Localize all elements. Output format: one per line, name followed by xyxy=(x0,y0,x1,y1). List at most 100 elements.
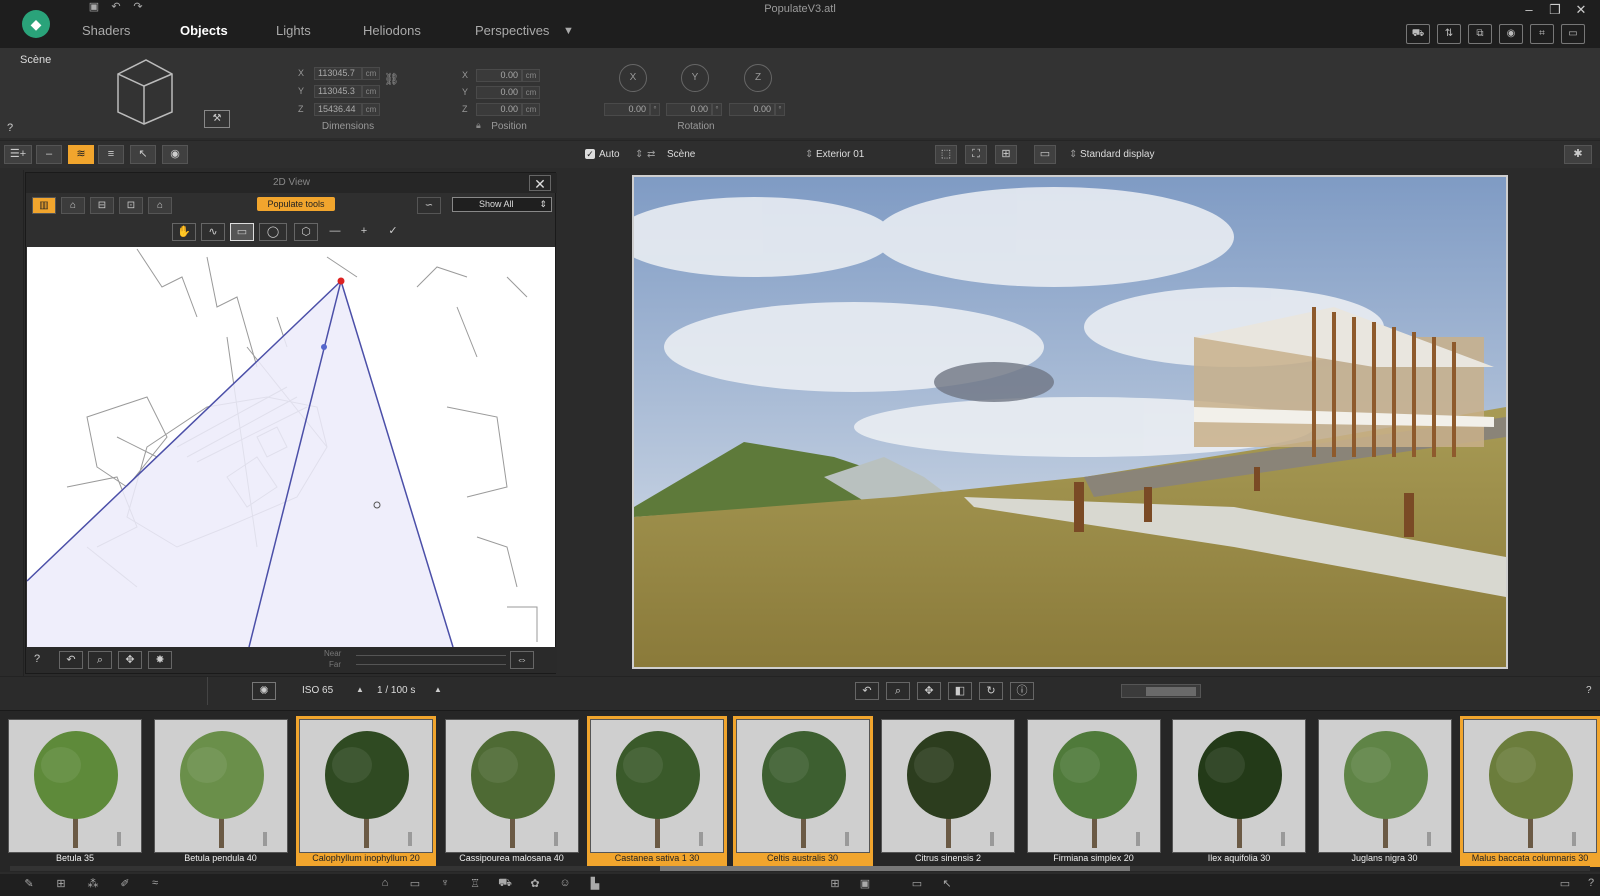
render-slider[interactable] xyxy=(1121,684,1201,698)
populate-logo-icon[interactable]: ◆ xyxy=(22,10,50,38)
tree-thumbnail[interactable] xyxy=(299,719,433,853)
close-icon[interactable]: ✕ xyxy=(529,175,551,192)
refresh-icon[interactable]: ∽ xyxy=(417,197,441,214)
tree-thumbnail[interactable] xyxy=(153,719,288,853)
status-help-icon[interactable]: ? xyxy=(1582,877,1600,892)
waves-icon[interactable]: ≈ xyxy=(146,877,164,892)
library-item[interactable]: Betula 35 xyxy=(8,719,142,864)
help-icon[interactable]: ? xyxy=(7,122,13,134)
minimize-icon[interactable]: – xyxy=(1518,2,1540,20)
panel-settings-icon[interactable]: ✱ xyxy=(1564,145,1592,164)
render-camera-icon[interactable]: ◧ xyxy=(948,682,972,700)
ellipse-tool-icon[interactable]: ◯ xyxy=(259,223,287,241)
dimension-y-field[interactable]: 113045.3 xyxy=(314,85,362,98)
position-z-field[interactable]: 0.00 xyxy=(476,103,522,116)
tab-perspectives[interactable]: Perspectives xyxy=(475,23,549,38)
iso-up-icon[interactable]: ▲ xyxy=(356,685,364,694)
visibility-eye-icon[interactable]: ◉ xyxy=(162,145,188,164)
tree-thumbnail[interactable] xyxy=(1172,719,1306,853)
pan-icon[interactable]: ✥ xyxy=(118,651,142,669)
tree-thumbnail[interactable] xyxy=(881,719,1015,853)
select-cursor-icon[interactable]: ↖ xyxy=(130,145,156,164)
image-view-icon[interactable]: ▣ xyxy=(856,877,874,892)
library-item[interactable]: Firmiana simplex 20 xyxy=(1026,719,1161,864)
display-select[interactable]: Standard display xyxy=(1080,149,1155,160)
car-icon[interactable]: ⛟ xyxy=(496,877,514,892)
frame-icon[interactable]: ⛶ xyxy=(965,145,987,164)
show-all-select[interactable]: Show All ⇕ xyxy=(452,197,552,212)
plus-icon[interactable]: + xyxy=(352,223,376,241)
far-slider[interactable] xyxy=(356,664,506,665)
dimension-z-field[interactable]: 15436.44 xyxy=(314,103,362,116)
remove-icon[interactable]: – xyxy=(36,145,62,164)
list-icon[interactable]: ≡ xyxy=(98,145,124,164)
redo-icon[interactable]: ↷ xyxy=(130,0,146,14)
library-item[interactable]: Celtis australis 30 xyxy=(732,716,873,867)
save-view-icon[interactable]: ⊡ xyxy=(119,197,143,214)
tree-thumbnail[interactable] xyxy=(1463,719,1597,853)
plan-mode-icon[interactable]: ▥ xyxy=(32,197,56,214)
save-icon[interactable]: ▣ xyxy=(86,0,102,14)
console-icon[interactable]: ▭ xyxy=(1561,24,1585,44)
undo-icon[interactable]: ↶ xyxy=(108,0,124,14)
tree-thumbnail[interactable] xyxy=(590,719,724,853)
tree-thumbnail[interactable] xyxy=(735,719,870,853)
render-info-icon[interactable]: ⓘ xyxy=(1010,682,1034,700)
near-slider[interactable] xyxy=(356,655,506,656)
folder-icon[interactable]: ▭ xyxy=(908,877,926,892)
plan-canvas[interactable] xyxy=(27,247,555,647)
windows-icon[interactable]: ⧉ xyxy=(1468,24,1492,44)
render-pan-icon[interactable]: ✥ xyxy=(917,682,941,700)
pick-tool-icon[interactable]: ⚒ xyxy=(204,110,230,128)
check-icon[interactable]: ✓ xyxy=(381,223,405,241)
library-item[interactable]: Betula pendula 40 xyxy=(153,719,288,864)
camera-icon[interactable]: ◉ xyxy=(1499,24,1523,44)
hand-tool-icon[interactable]: ✋ xyxy=(172,223,196,241)
render-undo-icon[interactable]: ↶ xyxy=(855,682,879,700)
tab-objects[interactable]: Objects xyxy=(180,23,228,38)
undo-view-icon[interactable]: ↶ xyxy=(59,651,83,669)
position-x-field[interactable]: 0.00 xyxy=(476,69,522,82)
library-item[interactable]: Cassipourea malosana 40 xyxy=(444,719,579,864)
lock-proportions-icon[interactable]: ⛓ xyxy=(384,72,399,86)
tree-thumbnail[interactable] xyxy=(1026,719,1161,853)
city-icon[interactable]: ▙ xyxy=(586,877,604,892)
library-item[interactable]: Malus baccata columnaris 30 xyxy=(1460,716,1600,867)
perspectives-dropdown-icon[interactable]: ▼ xyxy=(563,25,574,37)
layout-icon[interactable]: ▭ xyxy=(1556,877,1574,892)
grid-view-icon[interactable]: ⊞ xyxy=(826,877,844,892)
auto-checkbox[interactable]: ✓ xyxy=(585,149,595,159)
render-rotate-icon[interactable]: ↻ xyxy=(979,682,1003,700)
shape-icon[interactable]: ⌂ xyxy=(148,197,172,214)
library-item[interactable]: Calophyllum inophyllum 20 xyxy=(296,716,436,867)
plant-icon[interactable]: ✿ xyxy=(526,877,544,892)
people-icon[interactable]: ☺ xyxy=(556,877,574,892)
updown-icon[interactable]: ⇕ xyxy=(635,149,643,160)
view-help-icon[interactable]: ? xyxy=(34,653,40,665)
clip-icon[interactable]: ⇔ xyxy=(510,651,534,669)
sofa-icon[interactable]: ⌂ xyxy=(376,877,394,892)
brush-icon[interactable]: ✎ xyxy=(20,877,38,892)
home-icon[interactable]: ⌂ xyxy=(61,197,85,214)
rotation-x-field[interactable]: 0.00 xyxy=(604,103,650,116)
rotation-y-dial[interactable]: Y xyxy=(681,64,709,92)
camera-select[interactable]: Exterior 01 xyxy=(816,149,864,160)
monitor-icon[interactable]: ▭ xyxy=(406,877,424,892)
zoom-icon[interactable]: ⌕ xyxy=(88,651,112,669)
lamp-icon[interactable]: ♆ xyxy=(436,877,454,892)
library-scrollbar[interactable] xyxy=(10,866,1590,871)
tab-heliodons[interactable]: Heliodons xyxy=(363,23,421,38)
fit-view-icon[interactable]: ⬚ xyxy=(935,145,957,164)
rotation-x-dial[interactable]: X xyxy=(619,64,647,92)
pointer-icon[interactable]: ↖ xyxy=(938,877,956,892)
add-layer-icon[interactable]: ☰+ xyxy=(4,145,32,164)
section-icon[interactable]: ⊟ xyxy=(90,197,114,214)
pencil-icon[interactable]: ✐ xyxy=(116,877,134,892)
tree-thumbnail[interactable] xyxy=(1317,719,1452,853)
chair-icon[interactable]: ♖ xyxy=(466,877,484,892)
tree-thumbnail[interactable] xyxy=(8,719,142,853)
populate-tools-button[interactable]: Populate tools xyxy=(257,197,335,211)
restore-icon[interactable]: ❐ xyxy=(1544,2,1566,20)
crop-icon[interactable]: ⌗ xyxy=(1530,24,1554,44)
tab-lights[interactable]: Lights xyxy=(276,23,311,38)
